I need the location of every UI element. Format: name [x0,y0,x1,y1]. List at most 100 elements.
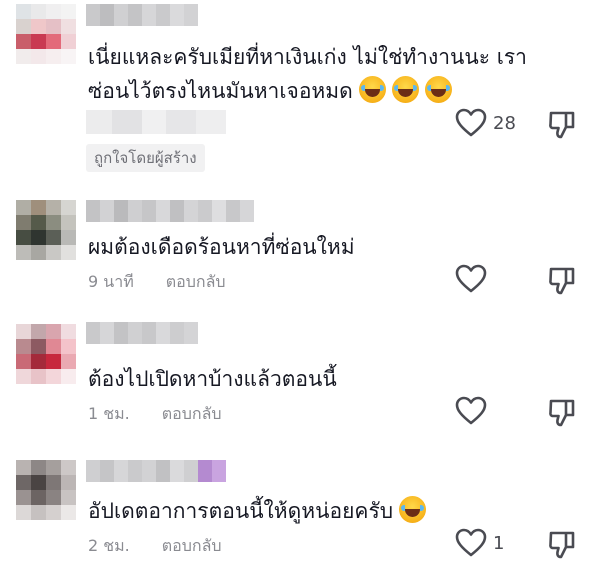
username-pixel [128,200,142,222]
avatar-pixel [46,4,61,19]
username-pixel [100,460,114,482]
avatar-pixel [31,215,46,230]
avatar-pixel [61,49,76,64]
heart-icon [455,396,487,425]
avatar-pixel [61,34,76,49]
like-button[interactable]: 1 [455,528,504,558]
reply-button[interactable]: ตอบกลับ [166,270,226,295]
dislike-button[interactable] [548,266,576,296]
dislike-button[interactable] [548,398,576,428]
like-button[interactable] [455,264,487,294]
username-pixel [128,460,142,482]
username-pixel [184,460,198,482]
avatar-pixel [46,475,61,490]
like-count: 1 [493,532,505,554]
avatar-pixel [16,49,31,64]
avatar-pixel [46,490,61,505]
username-pixel [198,460,212,482]
comment-text: ผมต้องเดือดร้อนหาที่ซ่อนใหม่ [88,235,355,259]
laughing-tears-emoji-icon [391,76,419,103]
comment-text: อัปเดตอาการตอนนี้ให้ดูหน่อยครับ [88,494,558,528]
avatar-pixel [61,200,76,215]
avatar[interactable] [16,4,76,64]
username-pixel [198,200,212,222]
dislike-button[interactable] [548,110,576,140]
username-pixel [142,322,156,344]
username-pixel [86,322,100,344]
avatar-pixel [61,324,76,339]
avatar-pixel [46,230,61,245]
avatar-pixel [16,4,31,19]
liked-by-creator-badge: ถูกใจโดยผู้สร้าง [86,144,205,172]
avatar-pixel [16,230,31,245]
avatar-pixel [16,215,31,230]
username[interactable] [86,4,198,26]
avatar-pixel [16,505,31,520]
avatar[interactable] [16,324,76,384]
avatar-pixel [46,339,61,354]
avatar-pixel [61,339,76,354]
username-pixel [114,322,128,344]
username-pixel [156,460,170,482]
avatar[interactable] [16,460,76,520]
avatar-pixel [16,475,31,490]
username-pixel [184,200,198,222]
username-pixel [212,200,226,222]
avatar-pixel [61,19,76,34]
avatar-pixel [31,505,46,520]
comment-text-line1: เนี่ยแหละครับเมียที่หาเงินเก่ง ไม่ใช่ทำง… [88,45,527,69]
like-button[interactable] [455,396,487,426]
username-pixel [240,200,254,222]
avatar-pixel [46,354,61,369]
avatar-pixel [16,369,31,384]
avatar-pixel [31,230,46,245]
laughing-tears-emoji-icon [399,496,427,523]
username-pixel [184,4,198,26]
thumbs-down-icon [549,111,575,139]
thumbs-down-icon [549,267,575,295]
avatar-pixel [31,49,46,64]
like-button[interactable]: 28 [455,108,516,138]
thumbs-down-icon [549,531,575,559]
username-pixel [100,200,114,222]
avatar-pixel [61,475,76,490]
avatar-pixel [61,215,76,230]
username-pixel [156,4,170,26]
dislike-button[interactable] [548,530,576,560]
comment-text: เนี่ยแหละครับเมียที่หาเงินเก่ง ไม่ใช่ทำง… [88,40,558,108]
username-pixel [170,200,184,222]
username-pixel [114,460,128,482]
username-pixel [156,322,170,344]
comment-text: ต้องไปเปิดหาบ้างแล้วตอนนี้ [88,367,337,391]
username-pixel [184,322,198,344]
avatar-pixel [46,34,61,49]
avatar-pixel [16,339,31,354]
avatar-pixel [16,245,31,260]
avatar-pixel [46,200,61,215]
avatar-pixel [61,354,76,369]
comment-meta: 2 ชม. ตอบกลับ [88,534,222,559]
username-pixel [170,460,184,482]
blurred-timestamp [86,110,226,134]
avatar-pixel [46,245,61,260]
username[interactable] [86,200,254,222]
avatar-pixel [46,19,61,34]
username-pixel [212,460,226,482]
avatar-pixel [31,475,46,490]
avatar-pixel [16,34,31,49]
heart-icon [455,528,487,557]
avatar[interactable] [16,200,76,260]
avatar-pixel [31,354,46,369]
username-pixel [86,460,100,482]
username[interactable] [86,460,226,482]
reply-button[interactable]: ตอบกลับ [162,402,222,427]
avatar-pixel [31,369,46,384]
reply-button[interactable]: ตอบกลับ [162,534,222,559]
username-pixel [128,322,142,344]
avatar-pixel [61,490,76,505]
username-pixel [86,200,100,222]
avatar-pixel [61,245,76,260]
username-pixel [142,200,156,222]
username[interactable] [86,322,198,344]
avatar-pixel [31,460,46,475]
